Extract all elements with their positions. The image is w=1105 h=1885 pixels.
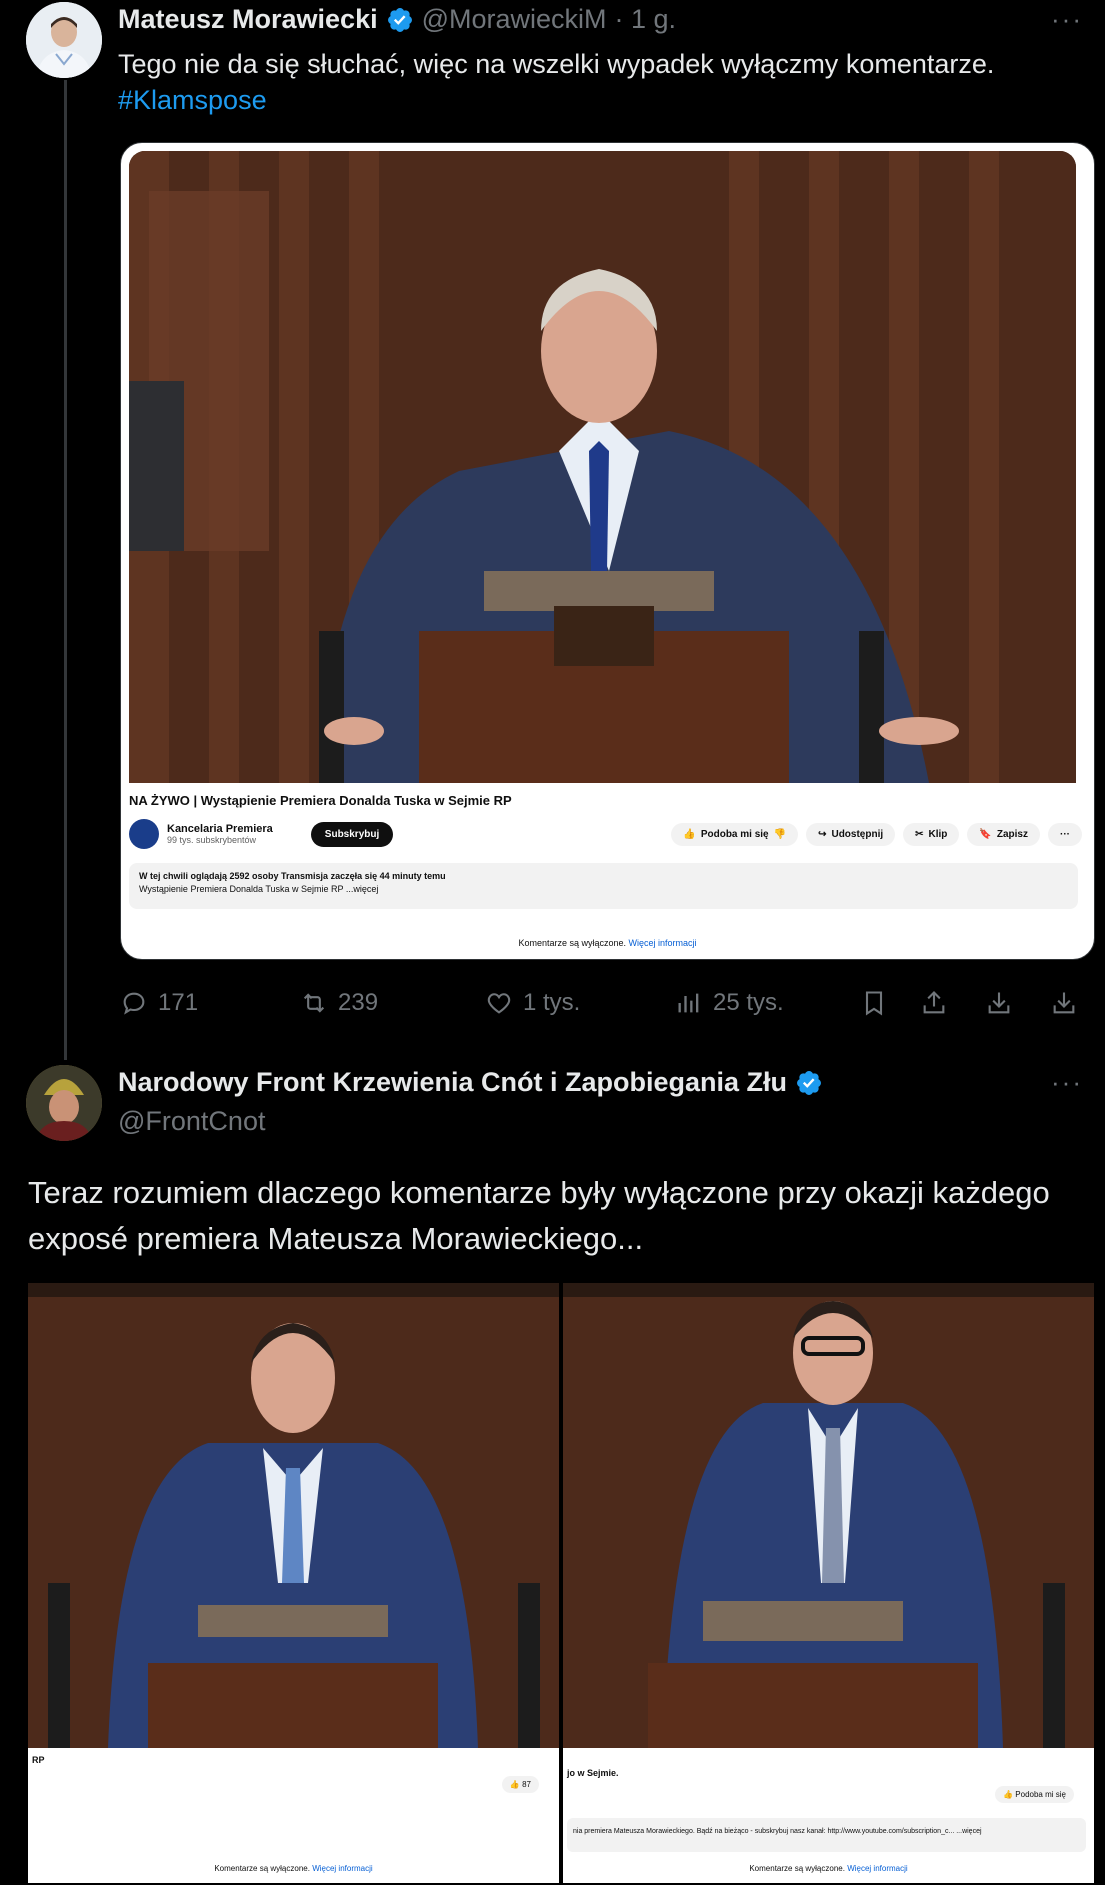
media-screenshot[interactable]: NA ŻYWO | Wystąpienie Premiera Donalda T… <box>120 142 1095 960</box>
clip-button[interactable]: ✂ Klip <box>903 823 960 846</box>
download-icon <box>988 992 1010 1014</box>
video-thumbnail <box>563 1283 1094 1748</box>
like-button[interactable]: 👍 Podoba mi się <box>995 1786 1074 1803</box>
comments-off-text: Komentarze są wyłączone. <box>518 938 627 948</box>
more-info-link[interactable]: Więcej informacji <box>312 1864 372 1873</box>
thumbs-up-icon: 👍 <box>1003 1790 1014 1799</box>
tweet-text: Tego nie da się słuchać, więc na wszelki… <box>118 46 1078 118</box>
thread-line <box>64 80 67 1060</box>
more-actions-button[interactable]: ··· <box>1048 823 1082 846</box>
tweet-text: Teraz rozumiem dlaczego komentarze były … <box>28 1175 1050 1256</box>
repost-icon <box>303 993 325 1013</box>
download-button[interactable] <box>985 989 1050 1017</box>
reply-count: 171 <box>158 989 199 1016</box>
media-screenshots[interactable]: RP 👍 87 Komentarze są wyłączone. Więcej … <box>28 1283 1094 1883</box>
share-icon: ↪ <box>818 829 827 840</box>
views-count: 25 tys. <box>713 989 784 1016</box>
video-thumbnail <box>129 151 1076 783</box>
share-icon <box>923 991 945 1014</box>
more-options-icon[interactable]: ··· <box>1051 1067 1083 1098</box>
channel-logo[interactable] <box>129 819 159 849</box>
like-count: 1 tys. <box>523 989 581 1016</box>
reply-icon <box>123 992 145 1015</box>
verified-badge-icon <box>797 1070 822 1095</box>
views-button[interactable]: 25 tys. <box>675 989 860 1017</box>
video-title[interactable]: NA ŻYWO | Wystąpienie Premiera Donalda T… <box>129 793 512 808</box>
more-info-link[interactable]: Więcej informacji <box>847 1864 907 1873</box>
avatar[interactable] <box>26 1065 102 1141</box>
bookmark-icon <box>865 991 883 1016</box>
video-title-fragment: RP <box>32 1755 45 1765</box>
thumbs-up-icon: 👍 <box>683 829 696 840</box>
views-chart-icon <box>678 993 699 1013</box>
comments-off-text: Komentarze są wyłączone. <box>749 1864 845 1873</box>
like-button[interactable]: 👍 Podoba mi się 👎 <box>671 823 799 846</box>
like-tweet-button[interactable]: 1 tys. <box>485 989 675 1017</box>
subscribe-button[interactable]: Subskrybuj <box>310 821 394 847</box>
screenshot-right[interactable]: jo w Sejmie. 👍 Podoba mi się nia premier… <box>563 1283 1094 1883</box>
comments-disabled-notice: Komentarze są wyłączone. Więcej informac… <box>563 1864 1094 1873</box>
repost-count: 239 <box>338 989 379 1016</box>
thumbs-down-icon[interactable]: 👎 <box>774 829 786 840</box>
download-icon <box>1053 992 1075 1014</box>
like-button[interactable]: 👍 87 <box>501 1776 539 1793</box>
heart-icon <box>487 993 511 1014</box>
share-label: Udostępnij <box>831 829 884 840</box>
tweet-body: Tego nie da się słuchać, więc na wszelki… <box>118 49 995 79</box>
description-stats: W tej chwili oglądają 2592 osoby Transmi… <box>139 871 446 881</box>
save-label: Zapisz <box>996 829 1028 840</box>
like-label: Podoba mi się <box>700 829 769 840</box>
video-description[interactable]: W tej chwili oglądają 2592 osoby Transmi… <box>129 863 1078 909</box>
video-description[interactable]: nia premiera Mateusza Morawieckiego. Bąd… <box>567 1818 1086 1852</box>
channel-info: Kancelaria Premiera 99 tys. subskrybentó… <box>129 819 394 849</box>
comments-off-text: Komentarze są wyłączone. <box>214 1864 310 1873</box>
more-info-link[interactable]: Więcej informacji <box>629 938 697 948</box>
description-text: Wystąpienie Premiera Donalda Tuska w Sej… <box>139 884 379 894</box>
author-name[interactable]: Mateusz Morawiecki <box>118 4 378 35</box>
download-button-2[interactable] <box>1050 989 1090 1017</box>
post-time[interactable]: · 1 g. <box>615 4 677 35</box>
comments-disabled-notice: Komentarze są wyłączone. Więcej informac… <box>28 1864 559 1873</box>
repost-button[interactable]: 239 <box>300 989 485 1017</box>
reply-button[interactable]: 171 <box>120 989 300 1017</box>
video-thumbnail <box>28 1283 559 1748</box>
save-button[interactable]: 🔖 Zapisz <box>967 823 1040 846</box>
share-button[interactable]: ↪ Udostępnij <box>806 823 896 846</box>
scissors-icon: ✂ <box>915 829 924 840</box>
avatar[interactable] <box>26 2 102 78</box>
bookmark-icon: 🔖 <box>979 829 992 840</box>
comments-disabled-notice: Komentarze są wyłączone. Więcej informac… <box>121 938 1094 948</box>
like-count: 87 <box>522 1780 531 1789</box>
channel-name[interactable]: Kancelaria Premiera <box>167 823 273 835</box>
share-tweet-button[interactable] <box>920 989 985 1017</box>
screenshot-left[interactable]: RP 👍 87 Komentarze są wyłączone. Więcej … <box>28 1283 559 1883</box>
hashtag-link[interactable]: #Klamspose <box>118 82 1078 118</box>
author-name[interactable]: Narodowy Front Krzewienia Cnót i Zapobie… <box>118 1067 787 1098</box>
bookmark-button[interactable] <box>860 989 920 1017</box>
author-handle[interactable]: @MorawieckiM <box>422 4 607 35</box>
verified-badge-icon <box>387 7 412 32</box>
video-actions: 👍 Podoba mi się 👎 ↪ Udostępnij ✂ Klip 🔖 … <box>671 823 1082 846</box>
clip-label: Klip <box>928 829 948 840</box>
like-label: Podoba mi się <box>1015 1790 1066 1799</box>
more-options-icon[interactable]: ··· <box>1051 4 1083 35</box>
tweet-morawiecki[interactable]: Mateusz Morawiecki @MorawieckiM · 1 g. ·… <box>0 0 1105 1060</box>
video-title-fragment: jo w Sejmie. <box>567 1768 619 1778</box>
author-handle[interactable]: @FrontCnot <box>118 1106 265 1137</box>
channel-subscribers: 99 tys. subskrybentów <box>167 835 257 845</box>
thumbs-up-icon: 👍 <box>509 1780 520 1789</box>
tweet-actions: 171 239 1 tys. 25 tys. <box>120 983 1095 1023</box>
